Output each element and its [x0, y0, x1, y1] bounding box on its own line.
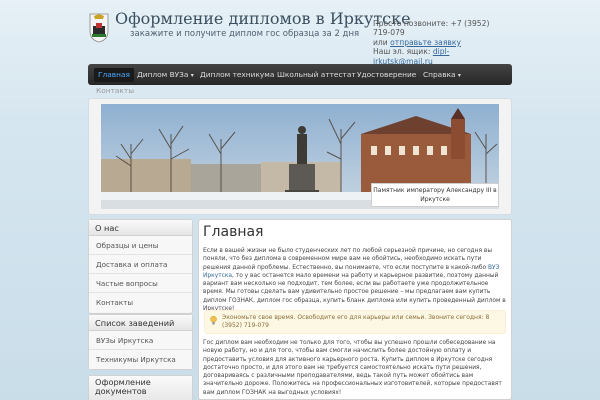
order-request-link[interactable]: отправьте заявку — [390, 38, 461, 47]
sidebar-heading: Список заведений — [89, 315, 192, 331]
intro-paragraph: Если в вашей жизни не было студенческих … — [203, 247, 508, 313]
alert-text: Экономьте свое время. Освободите его для… — [222, 314, 490, 329]
sidebar-heading: О нас — [89, 220, 192, 236]
main-content: Главная Если в вашей жизни не было студе… — [198, 219, 512, 400]
sidebar-item-universities[interactable]: ВУЗы Иркутска — [89, 331, 192, 350]
nav-item-contacts[interactable]: Контакты — [96, 86, 134, 95]
info-alert: Экономьте свое время. Освободите его для… — [204, 310, 506, 334]
paragraph-text: , то у вас останется мало времени на раб… — [203, 272, 506, 312]
sidebar-box-documents: Оформление документов — [88, 375, 193, 400]
caption-line: Памятник императору Александру III в — [373, 187, 497, 194]
paragraph-text: Если в вашей жизни не было студенческих … — [203, 248, 493, 271]
sidebar-item-faq[interactable]: Частые вопросы — [89, 274, 192, 293]
nav-label: Удостоверение — [357, 70, 417, 79]
site-title[interactable]: Оформление дипломов в Иркутске — [115, 9, 411, 28]
contact-phone: Просто позвоните: +7 (3952) 719-079 — [373, 19, 490, 38]
main-navbar: Главная Диплом ВУЗа ▾ Диплом техникума Ш… — [88, 64, 512, 85]
sidebar-heading-line: документов — [95, 386, 147, 396]
sidebar-box-about: О нас Образцы и цены Доставка и оплата Ч… — [88, 219, 193, 314]
contact-order-line: или отправьте заявку — [373, 38, 508, 47]
second-paragraph: Гос диплом вам необходим не только для т… — [203, 340, 502, 396]
sidebar-item-colleges[interactable]: Техникумы Иркутска — [89, 350, 192, 369]
nav-label: Диплом ВУЗа — [137, 70, 189, 79]
contact-or-text: или — [373, 37, 388, 47]
sidebar-item-delivery-payment[interactable]: Доставка и оплата — [89, 255, 192, 274]
nav-item-reference[interactable]: Справка ▾ — [419, 68, 465, 82]
lightbulb-icon — [210, 316, 217, 325]
caption-line: Иркутске — [420, 196, 450, 203]
site-description: закажите и получите диплом гос образца з… — [130, 29, 360, 39]
nav-item-school-certificate[interactable]: Школьный аттестат — [273, 68, 360, 82]
sidebar-box-institutions: Список заведений ВУЗы Иркутска Техникумы… — [88, 314, 193, 370]
page-title: Главная — [203, 224, 264, 240]
nav-item-university-diploma[interactable]: Диплом ВУЗа ▾ — [133, 68, 198, 82]
nav-label: Школьный аттестат — [277, 70, 356, 79]
nav-label: Диплом техникума — [200, 70, 275, 79]
nav-item-college-diploma[interactable]: Диплом техникума — [196, 68, 278, 82]
sidebar-item-samples-prices[interactable]: Образцы и цены — [89, 236, 192, 255]
header-contact: Просто позвоните: +7 (3952) 719-079 или … — [373, 19, 508, 66]
chevron-down-icon: ▾ — [457, 72, 461, 79]
nav-item-home[interactable]: Главная — [94, 68, 134, 82]
contact-email-label: Наш эл. ящик: — [373, 47, 431, 57]
nav-label: Главная — [98, 70, 130, 79]
chevron-down-icon: ▾ — [190, 72, 194, 79]
nav-label: Справка — [423, 70, 456, 79]
banner-caption: Памятник императору Александру III в Ирк… — [371, 183, 499, 207]
nav-item-id-certificate[interactable]: Удостоверение — [353, 68, 420, 82]
sidebar-heading: Оформление документов — [89, 376, 192, 400]
irkutsk-coat-of-arms-logo[interactable] — [88, 13, 110, 43]
sidebar-item-contacts[interactable]: Контакты — [89, 293, 192, 312]
